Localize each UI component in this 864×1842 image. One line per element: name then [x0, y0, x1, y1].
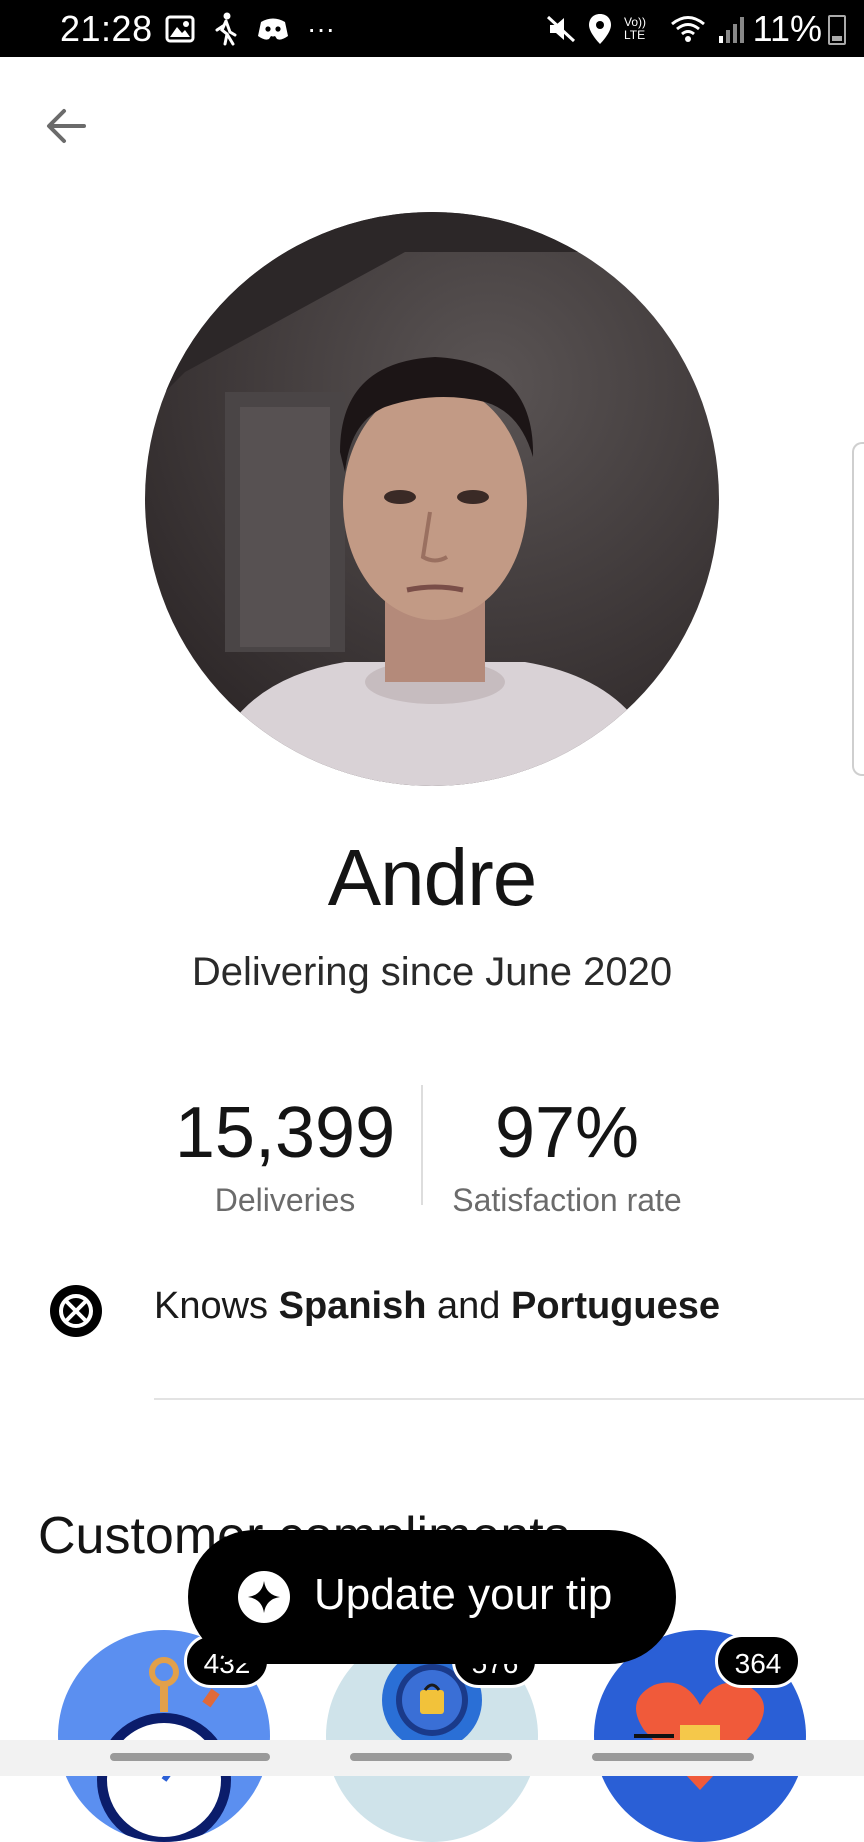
discord-icon: [258, 18, 288, 40]
update-tip-button[interactable]: Update your tip: [188, 1530, 676, 1664]
system-icons: Vo)) LTE: [546, 11, 744, 47]
compliment-count: 364: [715, 1634, 801, 1688]
mute-icon: [546, 15, 576, 43]
nav-back-handle[interactable]: [592, 1753, 754, 1761]
satisfaction-rate-label: Satisfaction rate: [452, 1182, 682, 1218]
signal-icon: [719, 17, 744, 43]
wifi-icon: [671, 16, 705, 42]
languages-text: Knows Spanish and Portuguese: [154, 1285, 721, 1327]
language-spanish: Spanish: [278, 1285, 427, 1327]
location-icon: [589, 14, 611, 44]
status-bar: 21:28 ··· Vo)) LTE 11%: [0, 0, 864, 57]
side-panel-handle[interactable]: [852, 442, 864, 776]
nav-home-handle[interactable]: [350, 1753, 512, 1761]
satisfaction-rate-value: 97%: [494, 1093, 640, 1173]
driver-avatar: [145, 212, 719, 786]
notification-icons: ···: [165, 11, 335, 47]
deliveries-label: Deliveries: [214, 1182, 356, 1218]
language-icon: [48, 1283, 104, 1339]
deliveries-count: 15,399: [174, 1093, 396, 1173]
update-tip-label: Update your tip: [314, 1570, 613, 1619]
back-button[interactable]: [40, 100, 92, 152]
driver-name: Andre: [327, 833, 537, 922]
walking-icon: [215, 12, 237, 46]
status-time: 21:28: [60, 8, 153, 49]
system-nav-bar: [0, 1740, 864, 1776]
back-arrow-icon: [47, 109, 86, 143]
battery-percent: 11%: [752, 8, 822, 49]
language-portuguese: Portuguese: [510, 1285, 721, 1327]
image-icon: [165, 15, 195, 43]
battery-icon: [828, 15, 846, 45]
section-divider: [154, 1398, 864, 1400]
stats-divider: [421, 1085, 423, 1205]
delivering-since: Delivering since June 2020: [191, 950, 673, 994]
volte-icon: Vo)) LTE: [624, 15, 647, 42]
sparkle-icon: [238, 1571, 290, 1623]
nav-recents-handle[interactable]: [110, 1753, 270, 1761]
more-dots-icon: ···: [307, 13, 335, 44]
